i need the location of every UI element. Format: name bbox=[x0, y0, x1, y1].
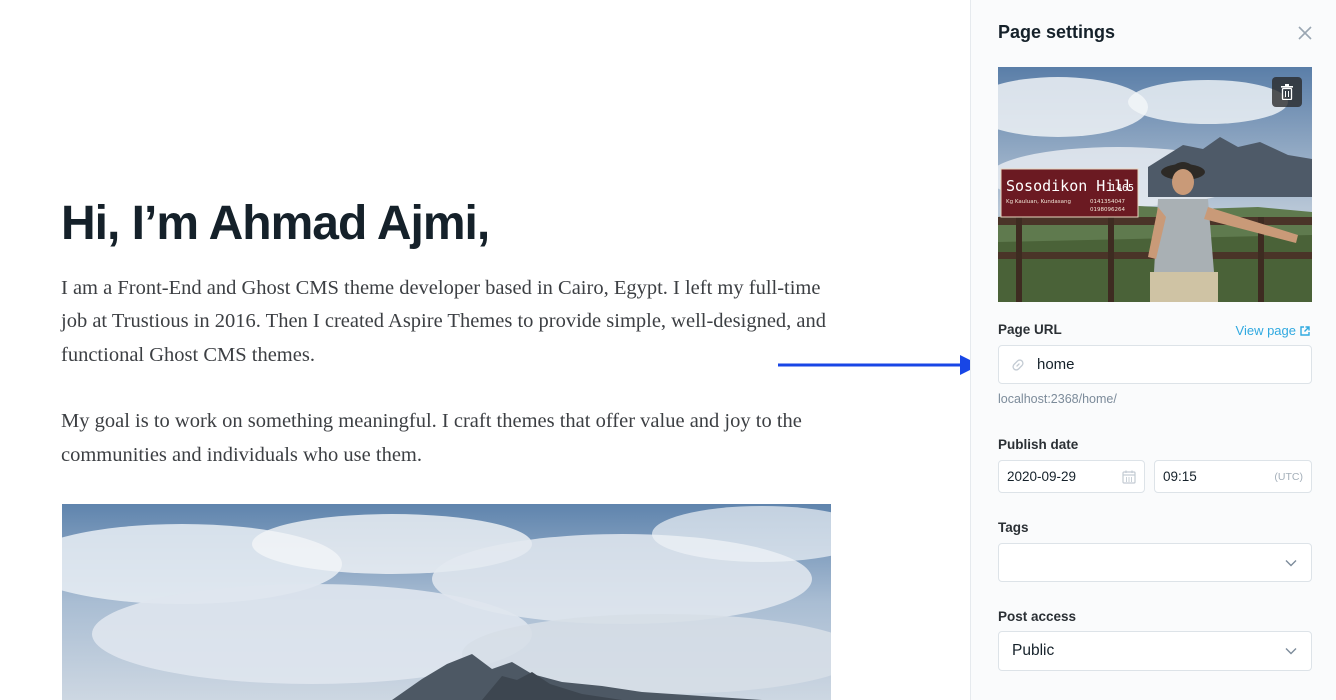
page-body[interactable]: I am a Front-End and Ghost CMS theme dev… bbox=[61, 272, 851, 472]
panel-title: Page settings bbox=[998, 22, 1116, 42]
feature-image[interactable]: Sosodikon Hill 1465 Kg Kauluan, Kundasan… bbox=[998, 67, 1312, 302]
publish-time-value: 09:15 bbox=[1163, 469, 1197, 484]
sign-number: 1465 bbox=[1110, 183, 1134, 194]
publish-date-label: Publish date bbox=[998, 437, 1079, 452]
close-icon[interactable] bbox=[1296, 24, 1314, 42]
publish-date-value: 2020-09-29 bbox=[1007, 469, 1077, 484]
chevron-down-icon bbox=[1285, 648, 1297, 655]
annotation-arrow-icon bbox=[778, 355, 980, 375]
editor-canvas[interactable]: Hi, I’m Ahmad Ajmi, I am a Front-End and… bbox=[0, 0, 980, 700]
post-access-value: Public bbox=[1012, 642, 1055, 659]
external-link-icon bbox=[1300, 325, 1310, 336]
sign-phone-2: 0198096264 bbox=[1090, 207, 1125, 213]
page-settings-panel: Page settings Sosodikon Hill 1465 Kg Kau… bbox=[970, 0, 1336, 700]
page-url-label: Page URL bbox=[998, 322, 1062, 337]
page-url-hint: localhost:2368/home/ bbox=[998, 392, 1117, 406]
link-icon bbox=[1012, 358, 1024, 371]
content-image[interactable] bbox=[62, 504, 831, 700]
trash-icon bbox=[1281, 84, 1293, 100]
publish-time-input[interactable]: 09:15 (UTC) bbox=[1154, 460, 1312, 493]
body-paragraph-2[interactable]: My goal is to work on something meaningf… bbox=[61, 405, 851, 472]
sign-subtext: Kg Kauluan, Kundasang bbox=[1006, 199, 1071, 205]
page-title[interactable]: Hi, I’m Ahmad Ajmi, bbox=[61, 196, 490, 251]
post-access-select[interactable]: Public bbox=[998, 631, 1312, 671]
view-page-label: View page bbox=[1235, 323, 1296, 338]
sign-phone-1: 0141354047 bbox=[1090, 199, 1125, 205]
chevron-down-icon bbox=[1285, 559, 1297, 566]
delete-image-button[interactable] bbox=[1272, 77, 1302, 107]
page-url-value: home bbox=[1037, 356, 1075, 373]
calendar-icon[interactable] bbox=[1122, 470, 1136, 484]
view-page-link[interactable]: View page bbox=[1236, 323, 1310, 338]
page-url-input[interactable]: home bbox=[998, 345, 1312, 384]
publish-date-input[interactable]: 2020-09-29 bbox=[998, 460, 1145, 493]
tags-input[interactable] bbox=[998, 543, 1312, 582]
timezone-label: (UTC) bbox=[1274, 470, 1303, 483]
tags-label: Tags bbox=[998, 520, 1029, 535]
body-paragraph-1[interactable]: I am a Front-End and Ghost CMS theme dev… bbox=[61, 272, 851, 372]
post-access-label: Post access bbox=[998, 609, 1077, 624]
